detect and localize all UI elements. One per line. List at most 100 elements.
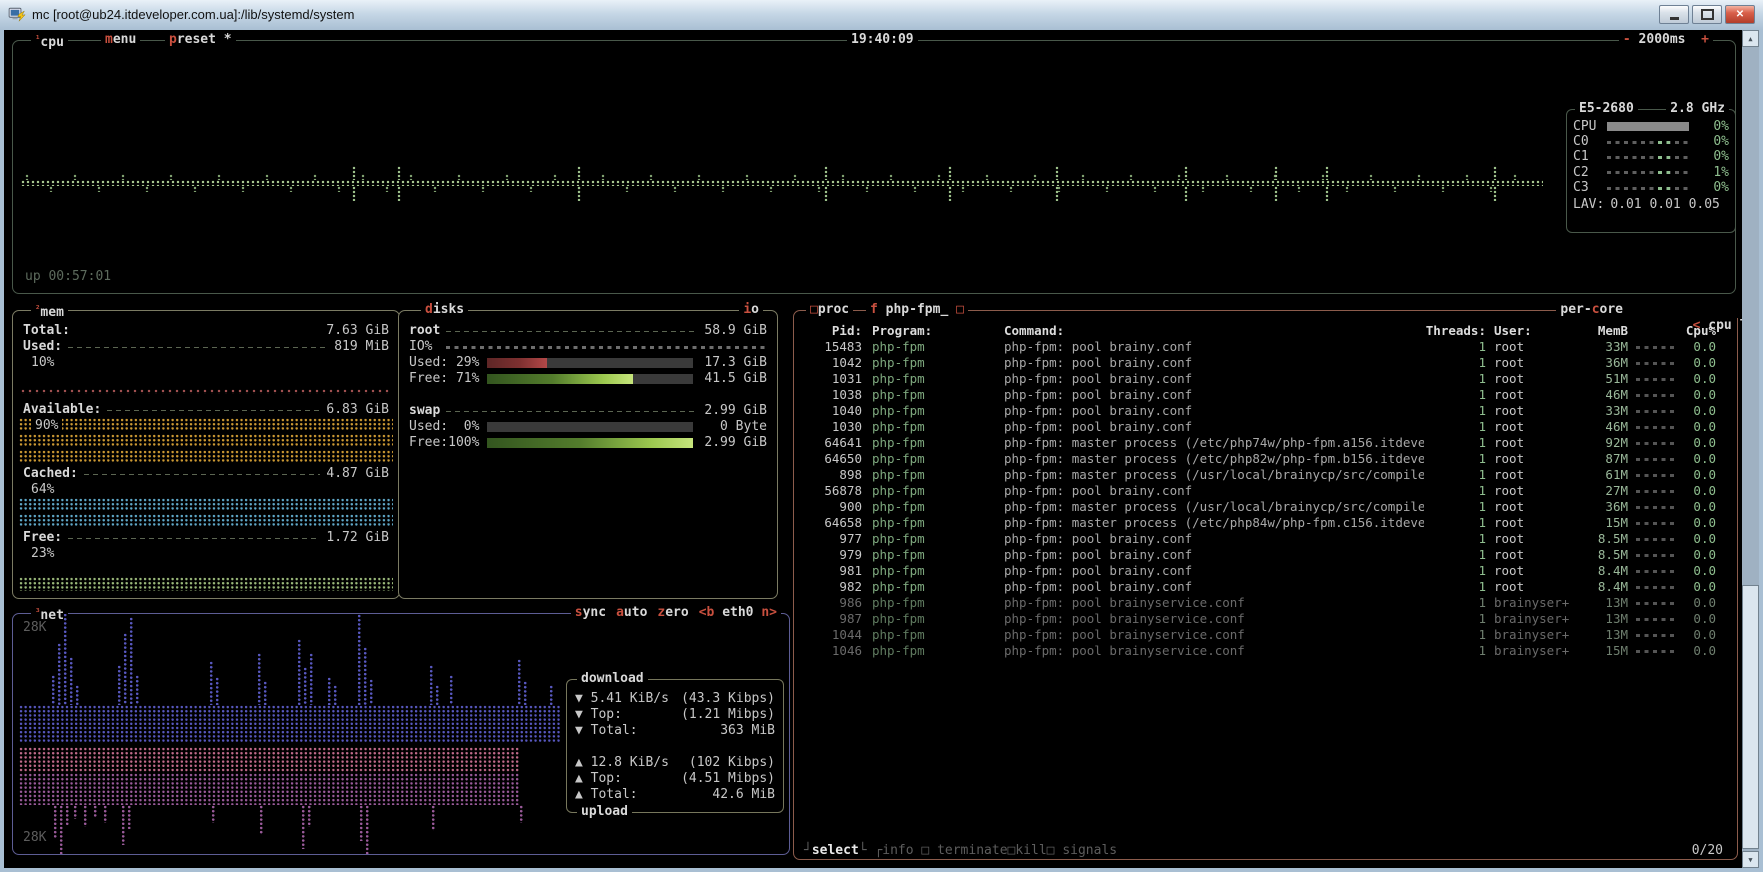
info-button[interactable]: info: [882, 843, 913, 859]
scroll-up-icon: ▲: [1748, 31, 1752, 47]
process-row[interactable]: 1042php-fpmphp-fpm: pool brainy.conf1roo…: [802, 355, 1723, 371]
upload-total-row: ▲ Total:42.6 MiB: [575, 787, 775, 803]
minimize-button[interactable]: [1659, 5, 1689, 24]
process-row[interactable]: 1038php-fpmphp-fpm: pool brainy.conf1roo…: [802, 387, 1723, 403]
up-arrow-icon: ▲: [575, 771, 583, 787]
cpu-usage-graph: [21, 166, 1543, 202]
proc-filter[interactable]: f php-fpm_ □: [866, 302, 968, 318]
interval-minus-button[interactable]: -: [1623, 32, 1631, 47]
cpu-state-row: C21%: [1567, 165, 1735, 180]
load-average-value: 0.01 0.01 0.05: [1610, 197, 1720, 213]
disk-swap-free-row: Free:100% 2.99 GiB: [409, 435, 767, 451]
menu-button[interactable]: menu: [101, 32, 140, 48]
proc-footer: ┘select└ ┌ info □ terminate □ kill □ sig…: [804, 843, 1723, 859]
proc-box: □proc f php-fpm_ □ per-core reverse tree…: [793, 310, 1738, 860]
process-row[interactable]: 1040php-fpmphp-fpm: pool brainy.conf1roo…: [802, 403, 1723, 419]
mem-used-graph: [21, 389, 391, 394]
cpu-box: ¹cpu menu preset * 19:40:09 - 2000ms + E…: [12, 40, 1736, 294]
terminate-button[interactable]: terminate: [937, 843, 1007, 859]
scroll-up-button[interactable]: ▲: [1742, 30, 1759, 47]
maximize-button[interactable]: [1692, 5, 1722, 24]
kill-button[interactable]: kill: [1015, 843, 1046, 859]
process-row[interactable]: 979php-fpmphp-fpm: pool brainy.conf1root…: [802, 547, 1723, 563]
mem-box-title[interactable]: ²mem: [31, 302, 68, 318]
process-row[interactable]: 981php-fpmphp-fpm: pool brainy.conf1root…: [802, 563, 1723, 579]
disks-box-title[interactable]: disks: [421, 302, 468, 318]
process-row[interactable]: 986php-fpmphp-fpm: pool brainyservice.co…: [802, 595, 1723, 611]
process-row[interactable]: 64641php-fpmphp-fpm: master process (/et…: [802, 435, 1723, 451]
process-row[interactable]: 64658php-fpmphp-fpm: master process (/et…: [802, 515, 1723, 531]
mem-cached-pct: 64%: [23, 482, 389, 498]
signals-button[interactable]: signals: [1062, 843, 1117, 859]
putty-icon: [8, 6, 26, 24]
preset-button[interactable]: preset *: [165, 32, 236, 48]
process-row[interactable]: 1030php-fpmphp-fpm: pool brainy.conf1roo…: [802, 419, 1723, 435]
clock: 19:40:09: [847, 32, 918, 48]
process-row[interactable]: 898php-fpmphp-fpm: master process (/usr/…: [802, 467, 1723, 483]
process-row[interactable]: 1044php-fpmphp-fpm: pool brainyservice.c…: [802, 627, 1723, 643]
upload-top-row: ▲ Top:(4.51 Mibps): [575, 771, 775, 787]
disks-io-toggle[interactable]: io: [739, 302, 763, 318]
filter-clear-button[interactable]: □: [956, 302, 964, 317]
download-speed-row: ▼ 5.41 KiB/s(43.3 Kibps): [575, 691, 775, 707]
cpu-box-title[interactable]: ¹cpu: [31, 32, 68, 48]
disk-root-free-bar: [487, 374, 693, 384]
mem-box: ²mem Total:7.63 GiB Used:819 MiB 10% Ava…: [12, 310, 400, 599]
terminal: ¹cpu menu preset * 19:40:09 - 2000ms + E…: [4, 30, 1742, 868]
process-row[interactable]: 987php-fpmphp-fpm: pool brainyservice.co…: [802, 611, 1723, 627]
mem-available-graph: [19, 450, 393, 463]
mem-used-row: Used:819 MiB: [23, 339, 389, 355]
minimize-icon: [1670, 17, 1679, 20]
process-row[interactable]: 1031php-fpmphp-fpm: pool brainy.conf1roo…: [802, 371, 1723, 387]
cpu-state-row: CPU0%: [1567, 119, 1735, 134]
process-row[interactable]: 982php-fpmphp-fpm: pool brainy.conf1root…: [802, 579, 1723, 595]
process-row[interactable]: 64650php-fpmphp-fpm: master process (/et…: [802, 451, 1723, 467]
mem-free-row: Free:1.72 GiB: [23, 530, 389, 546]
proc-table-header: Pid: Program: Command: Threads: User: Me…: [802, 323, 1723, 339]
load-average-label: LAV:: [1573, 197, 1604, 213]
disk-root-row: root58.9 GiB: [409, 323, 767, 339]
maximize-icon: [1701, 9, 1714, 20]
percore-toggle[interactable]: per-core: [1556, 302, 1627, 318]
cpu-state-row: C00%: [1567, 134, 1735, 149]
mem-total-row: Total:7.63 GiB: [23, 323, 389, 339]
mem-available-pct: 90%: [23, 418, 389, 434]
process-row[interactable]: 1046php-fpmphp-fpm: pool brainyservice.c…: [802, 643, 1723, 659]
scroll-down-icon: ▼: [1748, 852, 1752, 868]
process-row[interactable]: 56878php-fpmphp-fpm: pool brainy.conf1ro…: [802, 483, 1723, 499]
interval-plus-button[interactable]: +: [1701, 32, 1709, 47]
close-icon: ✕: [1736, 7, 1744, 23]
disk-root-free-row: Free: 71% 41.5 GiB: [409, 371, 767, 387]
scroll-down-button[interactable]: ▼: [1742, 851, 1759, 868]
close-button[interactable]: ✕: [1725, 5, 1755, 24]
scrollbar-thumb[interactable]: [1742, 585, 1759, 849]
scrollbar[interactable]: ▲ ▼: [1742, 30, 1759, 868]
cpu-info-box: E5-2680 2.8 GHz CPU0%C00%C10%C21%C30% LA…: [1566, 109, 1736, 233]
mem-available-row: Available:6.83 GiB: [23, 402, 389, 418]
disk-swap-used-bar: [487, 422, 693, 432]
cpu-model: E5-2680: [1575, 101, 1638, 117]
disks-box: disks io root58.9 GiB IO% Used: 29% 17.3…: [398, 310, 778, 599]
disk-swap-used-row: Used: 0% 0 Byte: [409, 419, 767, 435]
process-row[interactable]: 15483php-fpmphp-fpm: pool brainy.conf1ro…: [802, 339, 1723, 355]
proc-box-title[interactable]: □proc: [806, 302, 853, 318]
select-button[interactable]: select: [812, 843, 859, 859]
disk-swap-row: swap2.99 GiB: [409, 403, 767, 419]
disk-swap-free-bar: [487, 438, 693, 448]
interval-control: - 2000ms +: [1619, 32, 1713, 48]
mem-free-graph: [19, 577, 393, 591]
mem-cached-row: Cached:4.87 GiB: [23, 466, 389, 482]
up-arrow-icon: ▲: [575, 755, 583, 771]
disk-root-used-row: Used: 29% 17.3 GiB: [409, 355, 767, 371]
net-box: ³net sync auto zero <b eth0 n> 28K 28K d…: [12, 613, 790, 855]
down-arrow-icon: ▼: [575, 691, 583, 707]
down-arrow-icon: ▼: [575, 723, 583, 739]
process-row[interactable]: 977php-fpmphp-fpm: pool brainy.conf1root…: [802, 531, 1723, 547]
titlebar[interactable]: mc [root@ub24.itdeveloper.com.ua]:/lib/s…: [0, 0, 1763, 30]
process-row[interactable]: 900php-fpmphp-fpm: master process (/usr/…: [802, 499, 1723, 515]
upload-title: upload: [577, 804, 632, 820]
disk-root-io-row: IO%: [409, 339, 767, 355]
disk-root-used-bar: [487, 358, 693, 368]
cpu-frequency: 2.8 GHz: [1666, 101, 1729, 117]
mem-cached-graph: [19, 514, 393, 526]
